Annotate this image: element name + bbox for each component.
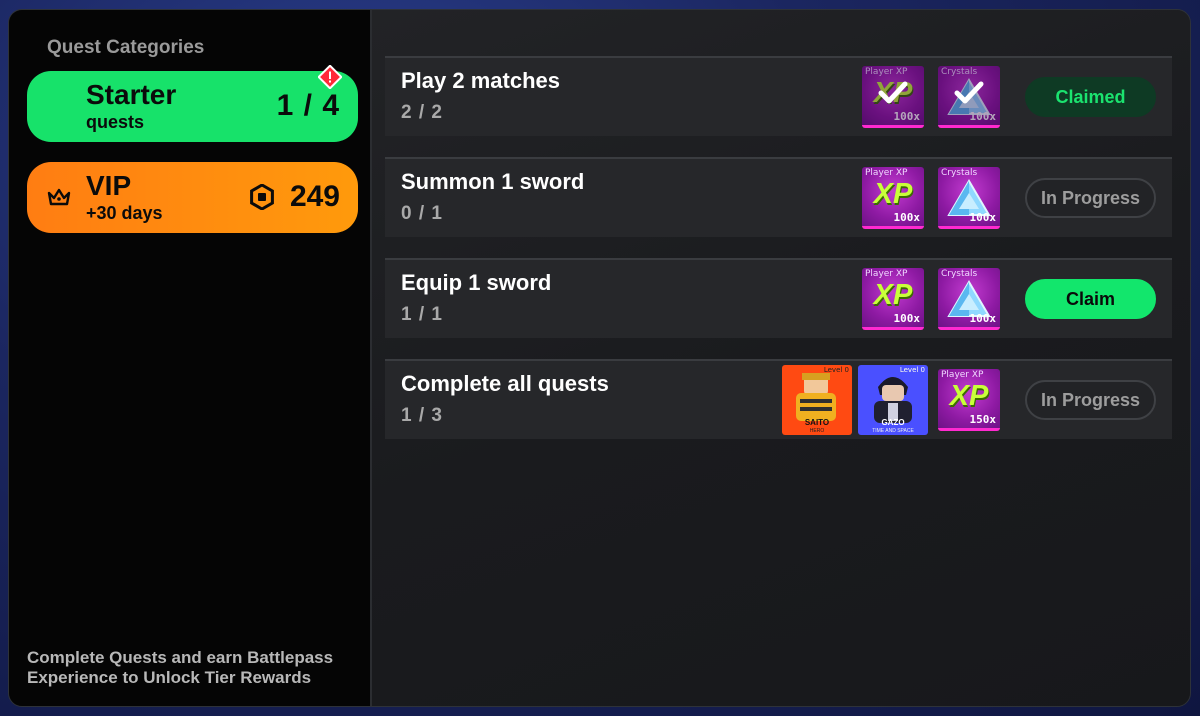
reward-player-xp: Player XP XP 150x (938, 369, 1000, 431)
quest-row: Play 2 matches 2 / 2 Player XP XP 100x C… (385, 56, 1172, 136)
quest-progress: 0 / 1 (401, 203, 443, 224)
reward-player-xp: Player XP XP 100x (862, 66, 924, 128)
vip-price: 249 (289, 180, 340, 213)
reward-crystals: Crystals 100x (938, 167, 1000, 229)
category-vip[interactable]: VIP +30 days 249 (27, 162, 358, 233)
category-count: 1 / 4 (276, 89, 340, 122)
category-subtitle: +30 days (86, 203, 163, 223)
category-subtitle: quests (86, 112, 145, 132)
crown-icon (47, 188, 71, 206)
robux-icon (250, 184, 274, 210)
hero-tag: TIME AND SPACE (872, 428, 914, 434)
sidebar-title: Quest Categories (47, 37, 205, 58)
quest-title: Complete all quests (401, 371, 609, 396)
claim-button[interactable]: Claim (1025, 279, 1156, 319)
reward-label: Player XP (865, 168, 908, 178)
claimed-button[interactable]: Claimed (1025, 77, 1156, 117)
quest-progress: 1 / 3 (401, 405, 443, 426)
quest-list: Play 2 matches 2 / 2 Player XP XP 100x C… (372, 10, 1190, 706)
reward-hero-gazo: Level 0 GAZO TIME AND SPACE (858, 365, 928, 435)
in-progress-button[interactable]: In Progress (1025, 380, 1156, 420)
xp-icon: XP (873, 178, 913, 210)
alert-icon (318, 65, 342, 89)
hero-name: GAZO (881, 418, 905, 427)
check-icon (954, 81, 984, 104)
reward-label: Player XP (865, 269, 908, 279)
reward-amount: 100x (893, 312, 921, 325)
reward-amount: 150x (969, 413, 997, 426)
claimed-overlay (862, 66, 924, 125)
reward-hero-saito: Level 0 SAITO HERO (782, 365, 852, 435)
hero-tag: HERO (809, 428, 825, 434)
xp-icon: XP (949, 380, 989, 412)
quest-title: Summon 1 sword (401, 169, 585, 194)
quest-panel: Quest Categories Starter quests 1 / 4 VI… (8, 9, 1191, 707)
claimed-overlay (938, 66, 1000, 125)
category-starter[interactable]: Starter quests 1 / 4 (27, 65, 358, 142)
quest-row: Summon 1 sword 0 / 1 Player XP XP 100x C… (385, 157, 1172, 237)
xp-icon: XP (873, 279, 913, 311)
quest-progress: 2 / 2 (401, 102, 443, 123)
reward-amount: 100x (969, 211, 997, 224)
reward-crystals: Crystals 100x (938, 66, 1000, 128)
quest-title: Equip 1 sword (401, 270, 552, 295)
reward-label: Crystals (941, 269, 978, 279)
quest-row: Equip 1 sword 1 / 1 Player XP XP 100x Cr… (385, 258, 1172, 338)
sidebar: Quest Categories Starter quests 1 / 4 VI… (9, 10, 372, 706)
category-title: Starter (86, 79, 177, 110)
hero-name: SAITO (804, 418, 830, 427)
sidebar-footer-text: Complete Quests and earn Battlepass Expe… (27, 648, 334, 687)
reward-player-xp: Player XP XP 100x (862, 268, 924, 330)
reward-amount: 100x (969, 312, 997, 325)
reward-label: Player XP (941, 370, 984, 380)
in-progress-button[interactable]: In Progress (1025, 178, 1156, 218)
reward-player-xp: Player XP XP 100x (862, 167, 924, 229)
category-title: VIP (86, 170, 132, 201)
quest-progress: 1 / 1 (401, 304, 443, 325)
check-icon (878, 81, 908, 104)
reward-crystals: Crystals 100x (938, 268, 1000, 330)
quest-title: Play 2 matches (401, 68, 560, 93)
reward-amount: 100x (893, 211, 921, 224)
reward-label: Crystals (941, 168, 978, 178)
quest-row: Complete all quests 1 / 3 Level 0 SAITO … (385, 359, 1172, 439)
